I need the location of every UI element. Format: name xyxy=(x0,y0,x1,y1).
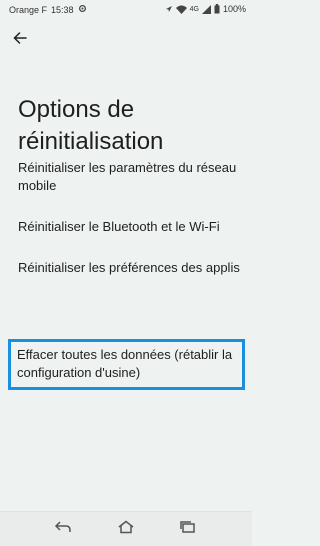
wifi-icon xyxy=(175,5,187,14)
battery-percent: 100% xyxy=(222,4,246,14)
page-title: Options de réinitialisation xyxy=(18,96,164,155)
reset-bluetooth-wifi-option[interactable]: Réinitialiser le Bluetooth et le Wi-Fi xyxy=(18,218,240,236)
status-bar: Orange F 15:38 4G 100% xyxy=(0,0,252,20)
reset-mobile-network-option[interactable]: Réinitialiser les paramètres du réseau m… xyxy=(18,159,240,195)
clock: 15:38 xyxy=(51,4,74,15)
back-icon xyxy=(54,520,72,539)
signal-icon xyxy=(201,4,211,14)
network-type-label: 4G xyxy=(189,5,199,13)
carrier-label: Orange F xyxy=(9,4,48,15)
navigation-bar xyxy=(0,511,252,546)
back-button[interactable] xyxy=(10,31,30,49)
status-right: 4G 100% xyxy=(165,4,246,14)
location-icon xyxy=(165,5,173,13)
nav-home-button[interactable] xyxy=(111,518,141,540)
factory-reset-option[interactable]: Effacer toutes les données (rétablir la … xyxy=(8,339,245,390)
recents-icon xyxy=(179,520,197,539)
reset-app-preferences-option[interactable]: Réinitialiser les préférences des applis xyxy=(18,259,240,277)
settings-gear-icon xyxy=(78,4,87,15)
battery-icon xyxy=(214,4,220,14)
nav-back-button[interactable] xyxy=(48,518,78,540)
home-icon xyxy=(117,520,135,539)
arrow-left-icon xyxy=(13,31,27,49)
nav-recents-button[interactable] xyxy=(173,518,203,540)
status-left: Orange F 15:38 xyxy=(9,4,87,15)
